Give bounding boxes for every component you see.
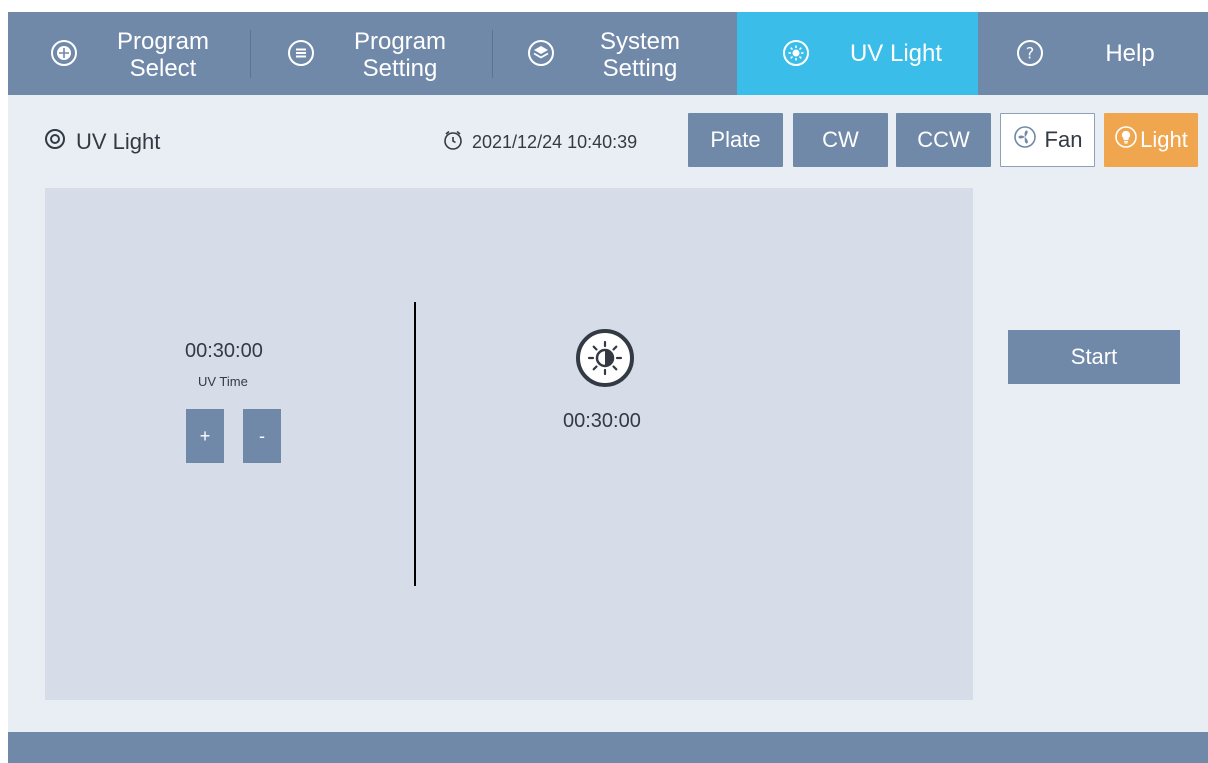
tab-help[interactable]: ? Help [978, 12, 1208, 95]
system-setting-icon [526, 38, 556, 68]
uv-countdown: 00:30:00 [563, 410, 641, 432]
start-button[interactable]: Start [1008, 330, 1180, 384]
datetime-text: 2021/12/24 10:40:39 [472, 131, 638, 152]
page-title: UV Light [44, 127, 160, 157]
plate-button[interactable]: Plate [688, 113, 783, 167]
tab-help-label: Help [1105, 40, 1155, 67]
fan-button[interactable]: Fan [1000, 113, 1095, 167]
datetime-display: 2021/12/24 10:40:39 [442, 127, 637, 157]
uv-time-value: 00:30:00 [185, 340, 263, 362]
tab-program-setting-line2: Setting [362, 55, 438, 82]
svg-text:?: ? [1026, 44, 1035, 63]
uv-time-label: UV Time [198, 374, 248, 389]
panel-divider [414, 302, 416, 586]
decrease-time-button[interactable]: - [243, 409, 281, 463]
cw-button[interactable]: CW [793, 113, 888, 167]
fan-icon [1013, 125, 1037, 155]
uv-light-icon [781, 38, 811, 68]
ccw-button[interactable]: CCW [896, 113, 991, 167]
program-setting-icon [286, 38, 316, 68]
tab-program-select-line1: Program [116, 28, 210, 55]
tab-system-setting-line1: System [599, 28, 680, 55]
app-frame: Program Select Program Setting System Se… [8, 12, 1208, 763]
alarm-clock-icon [442, 129, 464, 156]
tab-uv-light[interactable]: UV Light [737, 12, 978, 95]
location-icon [44, 128, 66, 156]
tab-system-setting[interactable]: System Setting [492, 12, 737, 95]
tab-system-setting-line2: Setting [602, 55, 678, 82]
top-nav: Program Select Program Setting System Se… [8, 12, 1208, 95]
tab-uv-light-label: UV Light [849, 40, 943, 67]
uv-lamp-icon [575, 328, 635, 388]
uv-control-panel: 00:30:00 UV Time + - 00:30:00 [45, 188, 973, 700]
increase-time-button[interactable]: + [186, 409, 224, 463]
light-label: Light [1140, 127, 1188, 152]
program-select-icon [49, 38, 79, 68]
tab-program-setting[interactable]: Program Setting [250, 12, 492, 95]
footer-bar [8, 732, 1208, 763]
tab-program-select-line2: Select [129, 55, 197, 82]
light-button[interactable]: Light [1104, 113, 1198, 167]
tab-program-select[interactable]: Program Select [8, 12, 250, 95]
light-icon [1114, 125, 1138, 155]
tab-program-setting-line1: Program [353, 28, 447, 55]
fan-label: Fan [1044, 127, 1083, 152]
page-title-text: UV Light [76, 129, 161, 154]
help-icon: ? [1015, 38, 1045, 68]
